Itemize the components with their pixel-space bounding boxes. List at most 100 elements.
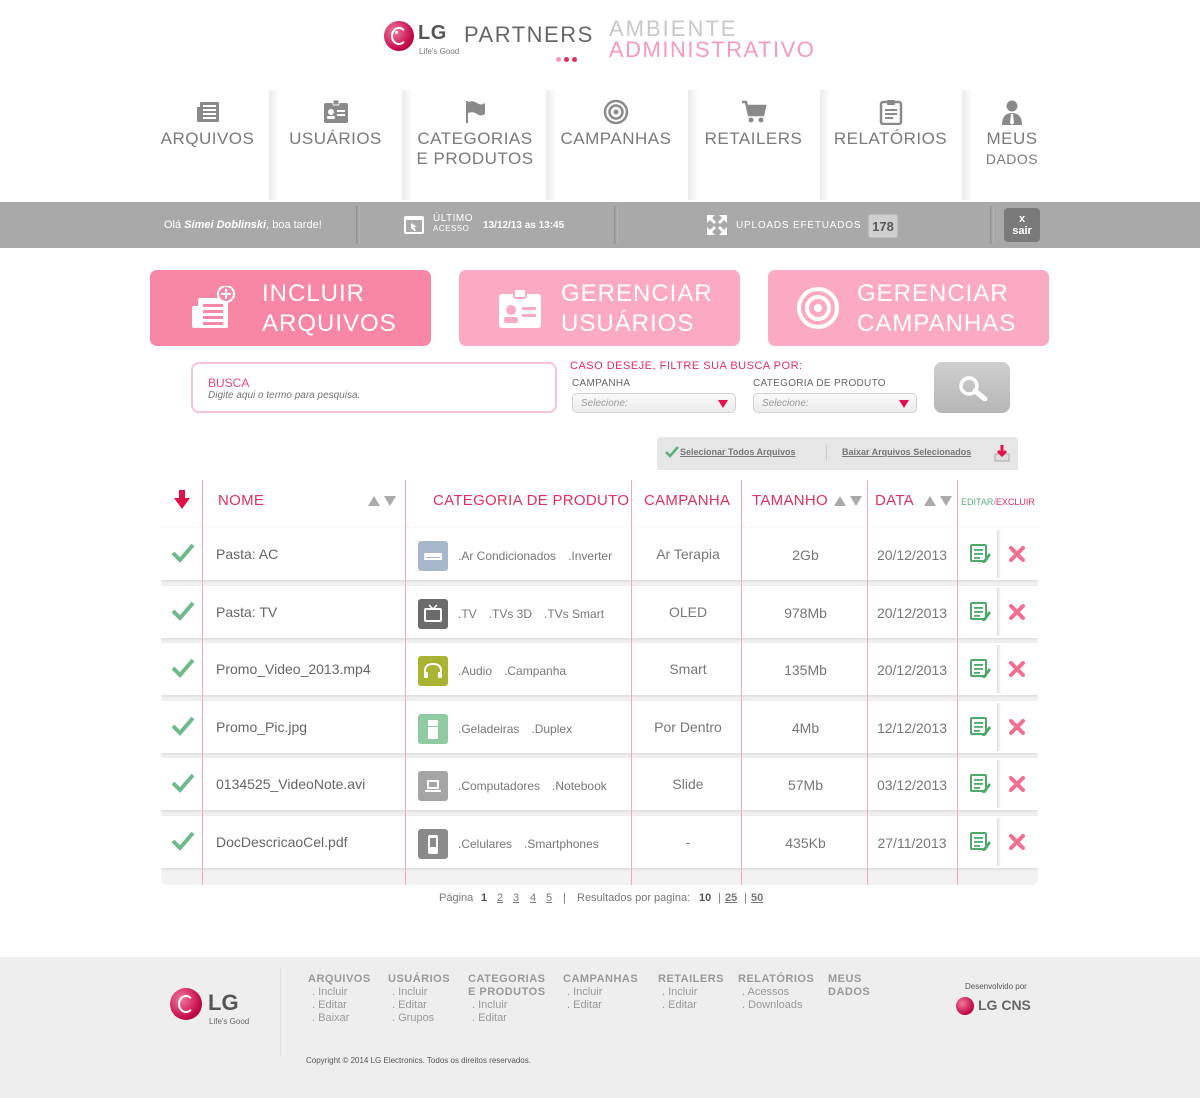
campaign-value: - <box>685 833 691 850</box>
check-icon[interactable] <box>171 772 195 794</box>
check-icon <box>665 446 679 458</box>
action-label: INCLUIR <box>262 280 366 307</box>
download-arrow-icon[interactable] <box>173 490 191 510</box>
check-icon[interactable] <box>171 600 195 622</box>
manage-users-button[interactable]: GERENCIAR USUÁRIOS <box>459 270 740 346</box>
page-link[interactable]: 1 <box>481 892 487 904</box>
edit-icon[interactable] <box>969 772 991 794</box>
file-name: Promo_Pic.jpg <box>216 718 308 735</box>
edit-icon[interactable] <box>969 715 991 737</box>
lg-cns-logo-icon <box>956 997 974 1015</box>
search-icon <box>959 376 988 401</box>
copyright: Copyright © 2014 LG Electronics. Todos o… <box>306 1056 531 1065</box>
edit-icon[interactable] <box>969 657 991 679</box>
tv-icon <box>418 598 448 629</box>
table-row: 0134525_VideoNote.avi .Computadores .Noteb… <box>161 758 1038 810</box>
page-link[interactable]: 2 <box>497 892 503 904</box>
chevron-down-icon <box>899 400 909 408</box>
file-size: 4Mb <box>791 719 820 736</box>
fridge-icon <box>418 713 448 744</box>
greeting: Olá Simei Doblinski, boa tarde! <box>164 219 322 231</box>
manage-campaigns-button[interactable]: GERENCIAR CAMPANHAS <box>768 270 1049 346</box>
edit-icon[interactable] <box>969 542 991 564</box>
col-size[interactable]: TAMANHO <box>752 492 828 509</box>
campaign-value: Slide <box>672 776 704 792</box>
nav-item-relatorios[interactable]: RELATÓRIOS <box>828 82 953 200</box>
search-button[interactable] <box>934 362 1010 413</box>
footer-col-retailers: RETAILERS . Incluir . Editar <box>658 973 725 1011</box>
table-row: Pasta: TV .TV .TVs 3D .TVs Smart OLED 978Mb 20… <box>161 585 1038 638</box>
pagination-label: Página <box>439 892 474 904</box>
sort-arrows-icon[interactable] <box>368 495 398 507</box>
delete-icon[interactable] <box>1009 546 1025 562</box>
user-icon <box>1002 100 1022 125</box>
page-link[interactable]: 3 <box>513 892 519 904</box>
sort-arrows-icon[interactable] <box>834 495 864 507</box>
col-date[interactable]: DATA <box>875 492 914 509</box>
col-edit-delete: EDITAR/EXCLUIR <box>961 497 1035 507</box>
sort-arrows-icon[interactable] <box>924 495 954 507</box>
nav-item-retailers[interactable]: RETAILERS <box>696 82 811 200</box>
col-name[interactable]: NOME <box>218 492 264 509</box>
brand-name: LG <box>418 22 447 44</box>
include-files-button[interactable]: INCLUIR ARQUIVOS <box>150 270 431 346</box>
check-icon[interactable] <box>171 542 195 564</box>
file-name: 0134525_VideoNote.avi <box>216 776 366 792</box>
nav-label: CATEGORIAS E PRODUTOS <box>416 129 534 168</box>
page-link[interactable]: 4 <box>530 892 536 904</box>
campaign-select[interactable]: Selecione: <box>572 393 736 413</box>
search-box: BUSCA <box>191 362 557 413</box>
page-link[interactable]: 5 <box>546 892 552 904</box>
download-selected-link[interactable]: Baixar Arquivos Selecionados <box>842 447 971 457</box>
edit-icon[interactable] <box>969 600 991 622</box>
logout-button[interactable]: x sair <box>1004 208 1040 242</box>
delete-icon[interactable] <box>1009 603 1025 620</box>
developer-brand: LG CNS <box>978 997 1031 1013</box>
campaign-value: OLED <box>668 603 708 620</box>
nav-item-categorias[interactable]: CATEGORIAS E PRODUTOS <box>410 82 540 200</box>
delete-icon[interactable] <box>1009 718 1025 735</box>
col-category: CATEGORIA DE PRODUTO <box>433 492 630 509</box>
per-page-option[interactable]: 10 <box>699 892 711 904</box>
file-size: 978Mb <box>784 604 827 621</box>
delete-icon[interactable] <box>1009 776 1025 792</box>
nav-item-usuarios[interactable]: USUÁRIOS <box>278 82 393 200</box>
nav-item-meus-dados[interactable]: MEUS DADOS <box>968 82 1056 200</box>
files-table: NOME CATEGORIA DE PRODUTO CAMPANHA TAMAN… <box>161 470 1038 885</box>
action-label: CAMPANHAS <box>857 310 1017 337</box>
edit-icon[interactable] <box>969 830 991 852</box>
status-bar: Olá Simei Doblinski, boa tarde! ÚLTIMO AC… <box>0 202 1200 248</box>
per-page-option[interactable]: 25 <box>725 892 737 904</box>
file-size: 135Mb <box>784 662 827 678</box>
check-icon[interactable] <box>171 657 195 679</box>
header: LG Life's Good PARTNERS AMBIENTE ADMINIS… <box>0 0 1200 80</box>
footer: LG Life's Good ARQUIVOS . Incluir . Edit… <box>0 957 1200 1098</box>
category-tags: .Audio .Campanha <box>458 664 567 678</box>
check-icon[interactable] <box>171 715 195 737</box>
select-all-link[interactable]: Selecionar Todos Arquivos <box>680 447 796 457</box>
category-select[interactable]: Selecione: <box>753 393 917 413</box>
nav-item-campanhas[interactable]: CAMPANHAS <box>555 82 677 200</box>
nav-item-arquivos[interactable]: ARQUIVOS <box>150 82 265 200</box>
phone-icon <box>418 828 448 859</box>
last-access-label: ÚLTIMO ACESSO <box>433 213 474 234</box>
per-page-label: Resultados por pagina: <box>577 892 691 904</box>
target-icon <box>603 99 629 125</box>
uploads-icon <box>707 215 727 235</box>
col-campaign: CAMPANHA <box>644 492 731 509</box>
target-icon <box>797 287 839 329</box>
per-page-option[interactable]: 50 <box>751 892 763 904</box>
campaign-value: Por Dentro <box>654 718 722 735</box>
nav-label: ARQUIVOS <box>160 129 255 148</box>
delete-icon[interactable] <box>1009 833 1025 850</box>
search-input[interactable] <box>208 390 538 401</box>
table-row: Promo_Video_2013.mp4 .Audio .Campanha Smart… <box>161 643 1038 695</box>
footer-col-categorias: CATEGORIAS E PRODUTOS . Incluir . Editar <box>468 973 546 1024</box>
check-icon[interactable] <box>171 830 195 852</box>
nav-label: USUÁRIOS <box>289 129 382 148</box>
lg-logo-icon <box>384 21 414 51</box>
table-row: Promo_Pic.jpg .Geladeiras .Duplex Por Dentr… <box>161 700 1038 753</box>
file-date: 20/12/2013 <box>876 662 948 678</box>
delete-icon[interactable] <box>1009 661 1025 677</box>
last-access-value: 13/12/13 as 13:45 <box>483 220 565 231</box>
